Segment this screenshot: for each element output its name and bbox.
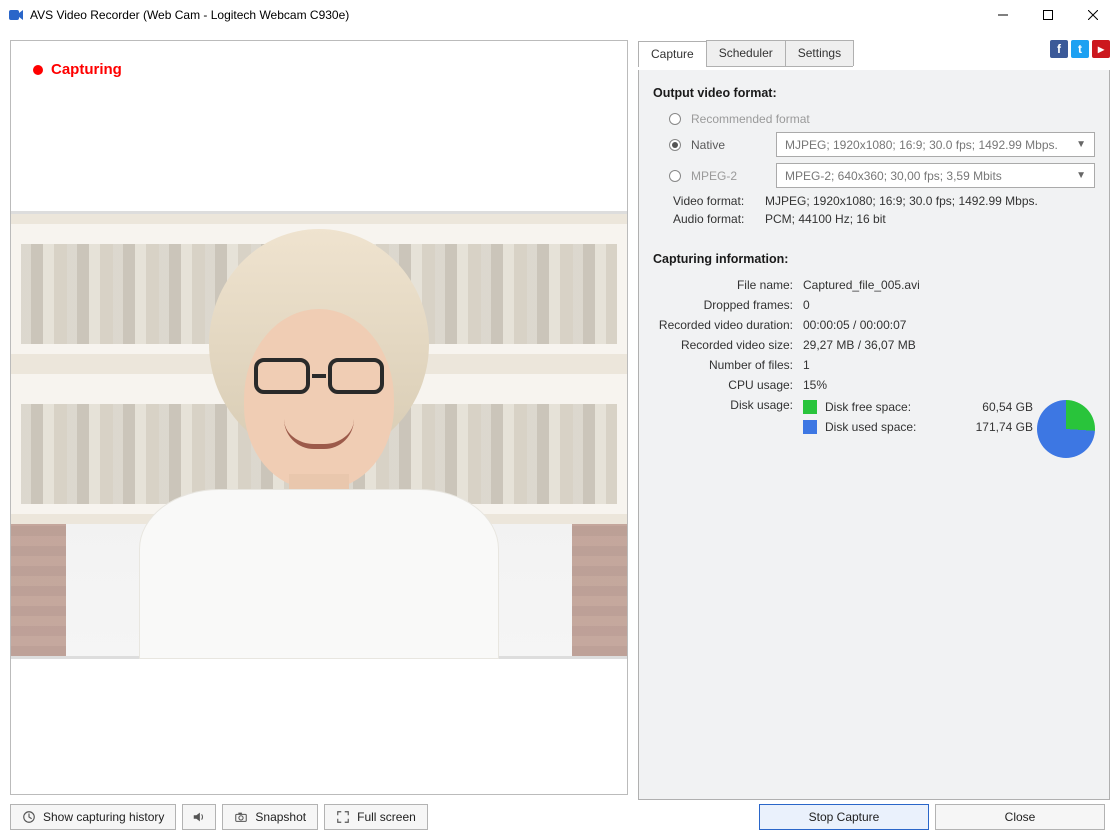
capturing-info-heading: Capturing information:	[653, 252, 1095, 266]
duration-value: 00:00:05 / 00:00:07	[803, 318, 1095, 332]
legend-used-swatch	[803, 420, 817, 434]
maximize-button[interactable]	[1025, 0, 1070, 30]
close-button[interactable]: Close	[935, 804, 1105, 830]
chevron-down-icon: ▼	[1076, 139, 1086, 150]
disk-pie-chart	[1037, 400, 1095, 458]
files-value: 1	[803, 358, 1095, 372]
radio-native-label: Native	[691, 138, 766, 152]
cpu-label: CPU usage:	[653, 378, 803, 392]
disk-free-label: Disk free space:	[825, 400, 945, 414]
tab-scheduler[interactable]: Scheduler	[706, 40, 786, 66]
side-tabs: Capture Scheduler Settings	[638, 40, 853, 67]
preview-pane: Capturing	[10, 40, 628, 800]
close-label: Close	[1005, 810, 1036, 824]
window-controls	[980, 0, 1115, 30]
app-icon	[8, 7, 24, 23]
clock-icon	[22, 810, 36, 824]
preview-canvas: Capturing	[10, 40, 628, 795]
native-format-select[interactable]: MJPEG; 1920x1080; 16:9; 30.0 fps; 1492.9…	[776, 132, 1095, 157]
size-label: Recorded video size:	[653, 338, 803, 352]
native-format-value: MJPEG; 1920x1080; 16:9; 30.0 fps; 1492.9…	[785, 138, 1058, 152]
audio-format-label: Audio format:	[673, 212, 765, 226]
fullscreen-label: Full screen	[357, 810, 416, 824]
audio-button[interactable]	[182, 804, 216, 830]
video-format-value: MJPEG; 1920x1080; 16:9; 30.0 fps; 1492.9…	[765, 194, 1038, 208]
stop-capture-label: Stop Capture	[809, 810, 880, 824]
disk-usage-label: Disk usage:	[653, 398, 803, 458]
dropped-frames-label: Dropped frames:	[653, 298, 803, 312]
bottom-toolbar: Show capturing history Snapshot Full scr…	[0, 800, 1115, 833]
files-label: Number of files:	[653, 358, 803, 372]
mpeg2-format-value: MPEG-2; 640x360; 30,00 fps; 3,59 Mbits	[785, 169, 1002, 183]
audio-format-value: PCM; 44100 Hz; 16 bit	[765, 212, 886, 226]
legend-free-swatch	[803, 400, 817, 414]
record-dot-icon	[33, 65, 43, 75]
capturing-indicator: Capturing	[33, 61, 122, 78]
fullscreen-button[interactable]: Full screen	[324, 804, 428, 830]
tab-capture[interactable]: Capture	[638, 41, 707, 67]
close-window-button[interactable]	[1070, 0, 1115, 30]
fullscreen-icon	[336, 810, 350, 824]
video-format-label: Video format:	[673, 194, 765, 208]
radio-mpeg2-label: MPEG-2	[691, 169, 766, 183]
show-history-label: Show capturing history	[43, 810, 164, 824]
snapshot-button[interactable]: Snapshot	[222, 804, 318, 830]
capturing-label: Capturing	[51, 61, 122, 78]
radio-native[interactable]	[669, 139, 681, 151]
file-name-label: File name:	[653, 278, 803, 292]
capture-panel: Output video format: Recommended format …	[638, 70, 1110, 800]
speaker-icon	[192, 810, 206, 824]
window-title: AVS Video Recorder (Web Cam - Logitech W…	[30, 8, 349, 22]
show-history-button[interactable]: Show capturing history	[10, 804, 176, 830]
chevron-down-icon: ▼	[1076, 170, 1086, 181]
size-value: 29,27 MB / 36,07 MB	[803, 338, 1095, 352]
youtube-icon[interactable]: ▸	[1092, 40, 1110, 58]
twitter-icon[interactable]: t	[1071, 40, 1089, 58]
dropped-frames-value: 0	[803, 298, 1095, 312]
title-bar: AVS Video Recorder (Web Cam - Logitech W…	[0, 0, 1115, 30]
webcam-subject	[109, 339, 529, 659]
radio-recommended[interactable]	[669, 113, 681, 125]
disk-used-value: 171,74 GB	[953, 420, 1033, 434]
duration-label: Recorded video duration:	[653, 318, 803, 332]
radio-mpeg2[interactable]	[669, 170, 681, 182]
facebook-icon[interactable]: f	[1050, 40, 1068, 58]
tab-settings[interactable]: Settings	[785, 40, 854, 66]
mpeg2-format-select[interactable]: MPEG-2; 640x360; 30,00 fps; 3,59 Mbits ▼	[776, 163, 1095, 188]
camera-icon	[234, 810, 248, 824]
minimize-button[interactable]	[980, 0, 1025, 30]
snapshot-label: Snapshot	[255, 810, 306, 824]
disk-free-value: 60,54 GB	[953, 400, 1033, 414]
file-name-value: Captured_file_005.avi	[803, 278, 1095, 292]
output-format-heading: Output video format:	[653, 86, 1095, 100]
cpu-value: 15%	[803, 378, 1095, 392]
stop-capture-button[interactable]: Stop Capture	[759, 804, 929, 830]
radio-recommended-label: Recommended format	[691, 112, 810, 126]
disk-used-label: Disk used space:	[825, 420, 945, 434]
